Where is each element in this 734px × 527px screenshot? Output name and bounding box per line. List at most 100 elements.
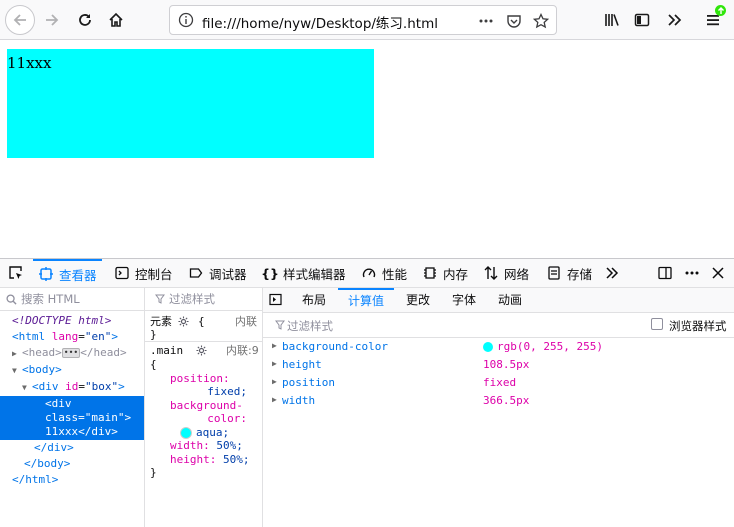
library-button[interactable] bbox=[598, 6, 626, 34]
computed-filter-input[interactable]: 过滤样式 bbox=[287, 318, 333, 334]
decl-prop-cont: color: bbox=[207, 412, 247, 425]
expand-triangle-icon[interactable]: ▶ bbox=[272, 377, 277, 386]
more-options-icon bbox=[685, 271, 699, 275]
performance-icon bbox=[361, 265, 377, 281]
tab-console[interactable]: 控制台 bbox=[114, 259, 173, 287]
info-icon[interactable] bbox=[178, 12, 194, 31]
inspector-icon bbox=[38, 266, 54, 282]
tab-inspector[interactable]: 查看器 bbox=[33, 259, 102, 287]
decl-prop: background- bbox=[170, 398, 243, 412]
rules-list: 元素 { 内联 } .main 内联:9 { position: fixed; … bbox=[145, 311, 262, 480]
page-actions-icon[interactable] bbox=[476, 11, 496, 31]
home-icon bbox=[109, 12, 123, 27]
div-box-node[interactable]: ▼ <div id="box"> bbox=[0, 379, 144, 396]
library-icon bbox=[605, 14, 619, 26]
decl-prop: width: bbox=[170, 439, 210, 452]
url-text[interactable]: file:///home/nyw/Desktop/练习.html bbox=[202, 12, 438, 32]
devtools-toolbar: 查看器 控制台 调试器 {} 样式编辑器 性能 内存 网络 存储 bbox=[0, 259, 734, 288]
computed-property-row[interactable]: ▶ width 366.5px bbox=[263, 392, 734, 410]
body-close-node[interactable]: </body> bbox=[0, 456, 144, 472]
element-picker-button[interactable] bbox=[5, 259, 27, 287]
expand-triangle-icon[interactable]: ▶ bbox=[272, 395, 277, 404]
browser-styles-checkbox[interactable] bbox=[651, 318, 663, 330]
tag-name: <html bbox=[12, 330, 46, 343]
rule-selector[interactable]: .main bbox=[150, 344, 183, 357]
tab-network[interactable]: 网络 bbox=[483, 259, 529, 287]
bookmark-star-icon[interactable] bbox=[531, 11, 551, 31]
box-text: 11xxx bbox=[7, 54, 52, 72]
menu-button[interactable] bbox=[699, 5, 727, 34]
gear-icon[interactable] bbox=[178, 316, 189, 327]
declaration-value[interactable]: fixed; bbox=[150, 385, 262, 399]
declaration[interactable]: height: 50%; bbox=[150, 453, 262, 467]
head-node[interactable]: ▶ <head> ••• </head> bbox=[0, 345, 144, 362]
html-search[interactable]: 搜索 HTML bbox=[0, 288, 144, 311]
tab-performance[interactable]: 性能 bbox=[361, 259, 407, 287]
more-tools-button[interactable] bbox=[605, 259, 619, 287]
body-node[interactable]: ▼ <body> bbox=[0, 362, 144, 379]
dock-button[interactable] bbox=[658, 259, 672, 287]
overflow-icon bbox=[668, 14, 682, 26]
tab-animations[interactable]: 动画 bbox=[498, 288, 522, 311]
element-source[interactable]: 内联 bbox=[235, 315, 257, 329]
rules-pane: 过滤样式 元素 { 内联 } .main 内联:9 { position: fi… bbox=[145, 288, 263, 527]
declaration-value[interactable]: aqua; bbox=[150, 426, 262, 440]
expand-triangle-icon[interactable]: ▶ bbox=[272, 359, 277, 368]
search-icon bbox=[6, 293, 17, 305]
body-open: <body> bbox=[22, 363, 62, 376]
collapse-triangle-icon[interactable]: ▼ bbox=[12, 363, 22, 379]
markup-pane: 搜索 HTML <!DOCTYPE html> <html lang="en">… bbox=[0, 288, 145, 527]
close-devtools-button[interactable] bbox=[711, 259, 725, 287]
doctype-node[interactable]: <!DOCTYPE html> bbox=[0, 313, 144, 329]
devtools-options-button[interactable] bbox=[684, 259, 700, 287]
tab-style-editor[interactable]: {} 样式编辑器 bbox=[261, 259, 345, 287]
back-icon bbox=[13, 14, 26, 26]
rule-source[interactable]: 内联:9 bbox=[226, 344, 259, 358]
declaration[interactable]: width: 50%; bbox=[150, 439, 262, 453]
sel-line-2: class="main"> bbox=[45, 411, 132, 424]
rules-filter-placeholder: 过滤样式 bbox=[169, 292, 215, 306]
computed-property-row[interactable]: ▶ background-color rgb(0, 255, 255) bbox=[263, 338, 734, 356]
computed-filter-row: 过滤样式 浏览器样式 bbox=[263, 313, 734, 338]
property-name: height bbox=[282, 358, 322, 371]
tab-storage[interactable]: 存储 bbox=[546, 259, 592, 287]
tab-changes[interactable]: 更改 bbox=[406, 288, 430, 311]
pocket-icon[interactable] bbox=[504, 11, 524, 31]
html-close-node[interactable]: </html> bbox=[0, 472, 144, 488]
tab-label: 查看器 bbox=[59, 267, 97, 283]
sidebar-button[interactable] bbox=[628, 6, 656, 34]
browser-toolbar: file:///home/nyw/Desktop/练习.html bbox=[0, 0, 734, 40]
computed-property-row[interactable]: ▶ height 108.5px bbox=[263, 356, 734, 374]
decl-value: fixed; bbox=[207, 385, 247, 398]
url-bar[interactable]: file:///home/nyw/Desktop/练习.html bbox=[169, 5, 557, 35]
ellipsis-icon[interactable]: ••• bbox=[61, 348, 81, 358]
decl-value: 50%; bbox=[216, 439, 243, 452]
tab-debugger[interactable]: 调试器 bbox=[188, 259, 247, 287]
rules-filter[interactable]: 过滤样式 bbox=[145, 288, 262, 311]
div-close-node[interactable]: </div> bbox=[0, 440, 144, 456]
tab-label: 性能 bbox=[382, 266, 408, 282]
declaration[interactable]: position: bbox=[150, 372, 262, 386]
back-button[interactable] bbox=[5, 5, 35, 35]
expand-triangle-icon[interactable]: ▶ bbox=[272, 341, 277, 350]
home-button[interactable] bbox=[102, 6, 130, 34]
forward-button[interactable] bbox=[38, 6, 66, 34]
tab-fonts[interactable]: 字体 bbox=[452, 288, 476, 311]
selected-div-main-node[interactable]: <div class="main"> 11xxx</div> bbox=[0, 396, 144, 440]
tab-computed[interactable]: 计算值 bbox=[338, 288, 395, 311]
collapse-triangle-icon[interactable]: ▼ bbox=[22, 380, 32, 396]
html-node[interactable]: <html lang="en"> bbox=[0, 329, 144, 345]
gear-icon[interactable] bbox=[196, 345, 207, 356]
expand-triangle-icon[interactable]: ▶ bbox=[12, 346, 22, 362]
reload-button[interactable] bbox=[71, 6, 99, 34]
tag-name: <div bbox=[32, 380, 59, 393]
overflow-button[interactable] bbox=[660, 6, 688, 34]
update-badge-icon bbox=[715, 5, 726, 16]
declaration[interactable]: background- bbox=[150, 399, 262, 413]
rule-close-brace: } bbox=[150, 466, 157, 479]
tab-memory[interactable]: 内存 bbox=[422, 259, 468, 287]
color-swatch-icon[interactable] bbox=[180, 426, 192, 439]
computed-property-row[interactable]: ▶ position fixed bbox=[263, 374, 734, 392]
tab-layout[interactable]: 布局 bbox=[302, 288, 326, 311]
toggle-sidebar-button[interactable] bbox=[269, 288, 282, 311]
